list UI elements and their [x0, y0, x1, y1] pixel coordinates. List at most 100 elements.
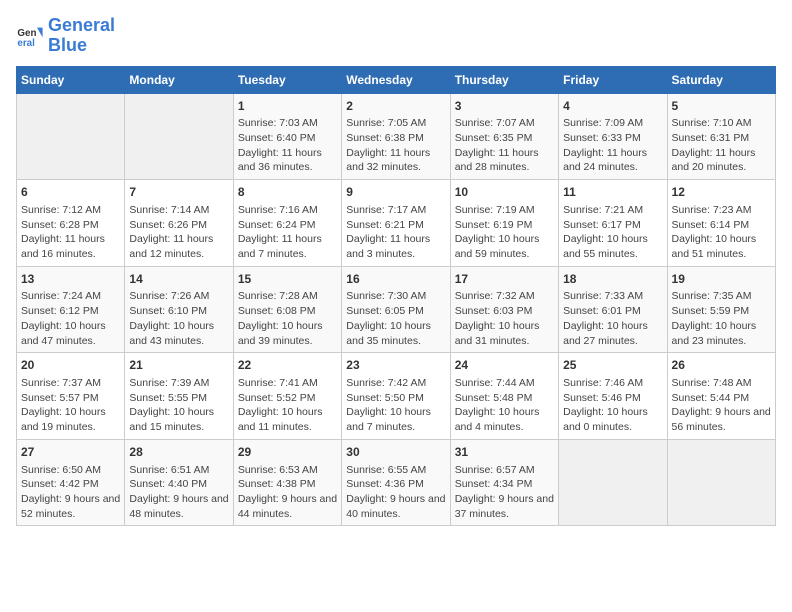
day-number: 4	[563, 98, 662, 115]
day-number: 3	[455, 98, 554, 115]
day-info: Sunset: 6:28 PM	[21, 218, 120, 233]
day-info: Sunset: 4:42 PM	[21, 477, 120, 492]
day-info: Daylight: 10 hours and 15 minutes.	[129, 405, 228, 434]
day-info: Daylight: 11 hours and 7 minutes.	[238, 232, 337, 261]
weekday-header: Wednesday	[342, 66, 450, 93]
day-number: 11	[563, 184, 662, 201]
day-info: Sunrise: 7:14 AM	[129, 203, 228, 218]
day-info: Daylight: 11 hours and 16 minutes.	[21, 232, 120, 261]
day-number: 18	[563, 271, 662, 288]
day-info: Daylight: 11 hours and 28 minutes.	[455, 146, 554, 175]
day-info: Daylight: 10 hours and 35 minutes.	[346, 319, 445, 348]
day-info: Daylight: 10 hours and 7 minutes.	[346, 405, 445, 434]
day-info: Daylight: 10 hours and 4 minutes.	[455, 405, 554, 434]
day-number: 13	[21, 271, 120, 288]
day-info: Sunrise: 7:42 AM	[346, 376, 445, 391]
day-info: Daylight: 10 hours and 23 minutes.	[672, 319, 771, 348]
calendar-day-cell: 9Sunrise: 7:17 AMSunset: 6:21 PMDaylight…	[342, 180, 450, 267]
day-info: Sunrise: 7:32 AM	[455, 289, 554, 304]
calendar-day-cell: 1Sunrise: 7:03 AMSunset: 6:40 PMDaylight…	[233, 93, 341, 180]
day-info: Sunrise: 7:24 AM	[21, 289, 120, 304]
day-info: Sunset: 6:05 PM	[346, 304, 445, 319]
day-info: Sunset: 6:38 PM	[346, 131, 445, 146]
calendar-day-cell: 8Sunrise: 7:16 AMSunset: 6:24 PMDaylight…	[233, 180, 341, 267]
day-info: Sunrise: 7:03 AM	[238, 116, 337, 131]
day-info: Daylight: 9 hours and 44 minutes.	[238, 492, 337, 521]
day-number: 14	[129, 271, 228, 288]
day-info: Sunrise: 7:05 AM	[346, 116, 445, 131]
calendar-day-cell: 19Sunrise: 7:35 AMSunset: 5:59 PMDayligh…	[667, 266, 775, 353]
day-info: Sunset: 6:33 PM	[563, 131, 662, 146]
calendar-day-cell: 16Sunrise: 7:30 AMSunset: 6:05 PMDayligh…	[342, 266, 450, 353]
day-info: Sunrise: 6:51 AM	[129, 463, 228, 478]
day-number: 25	[563, 357, 662, 374]
day-info: Sunrise: 7:48 AM	[672, 376, 771, 391]
calendar-week-row: 6Sunrise: 7:12 AMSunset: 6:28 PMDaylight…	[17, 180, 776, 267]
day-info: Sunset: 4:40 PM	[129, 477, 228, 492]
header: Gen eral General Blue	[16, 16, 776, 56]
calendar-day-cell: 2Sunrise: 7:05 AMSunset: 6:38 PMDaylight…	[342, 93, 450, 180]
calendar-day-cell: 25Sunrise: 7:46 AMSunset: 5:46 PMDayligh…	[559, 353, 667, 440]
calendar-day-cell: 3Sunrise: 7:07 AMSunset: 6:35 PMDaylight…	[450, 93, 558, 180]
calendar-day-cell: 24Sunrise: 7:44 AMSunset: 5:48 PMDayligh…	[450, 353, 558, 440]
day-info: Sunset: 4:34 PM	[455, 477, 554, 492]
weekday-header: Tuesday	[233, 66, 341, 93]
day-info: Sunrise: 7:23 AM	[672, 203, 771, 218]
day-number: 1	[238, 98, 337, 115]
day-info: Sunset: 6:12 PM	[21, 304, 120, 319]
day-info: Sunset: 6:40 PM	[238, 131, 337, 146]
day-info: Daylight: 10 hours and 43 minutes.	[129, 319, 228, 348]
day-number: 26	[672, 357, 771, 374]
weekday-header: Monday	[125, 66, 233, 93]
day-number: 27	[21, 444, 120, 461]
day-info: Sunset: 4:36 PM	[346, 477, 445, 492]
calendar-day-cell: 22Sunrise: 7:41 AMSunset: 5:52 PMDayligh…	[233, 353, 341, 440]
day-number: 16	[346, 271, 445, 288]
day-number: 28	[129, 444, 228, 461]
logo-icon: Gen eral	[16, 22, 44, 50]
day-info: Sunset: 6:35 PM	[455, 131, 554, 146]
day-info: Sunrise: 6:57 AM	[455, 463, 554, 478]
logo: Gen eral General Blue	[16, 16, 115, 56]
day-info: Daylight: 10 hours and 19 minutes.	[21, 405, 120, 434]
day-info: Sunset: 5:46 PM	[563, 391, 662, 406]
day-info: Sunset: 5:48 PM	[455, 391, 554, 406]
calendar-week-row: 20Sunrise: 7:37 AMSunset: 5:57 PMDayligh…	[17, 353, 776, 440]
logo-text-line2: Blue	[48, 36, 115, 56]
day-info: Sunset: 5:50 PM	[346, 391, 445, 406]
calendar-week-row: 13Sunrise: 7:24 AMSunset: 6:12 PM Dayligh…	[17, 266, 776, 353]
day-number: 5	[672, 98, 771, 115]
day-info: Daylight: 10 hours and 55 minutes.	[563, 232, 662, 261]
day-info: Daylight: 10 hours and 0 minutes.	[563, 405, 662, 434]
day-info: Sunrise: 7:07 AM	[455, 116, 554, 131]
day-info: Daylight: 10 hours and 51 minutes.	[672, 232, 771, 261]
day-info: Sunrise: 7:09 AM	[563, 116, 662, 131]
day-info: Sunset: 6:19 PM	[455, 218, 554, 233]
calendar-day-cell: 20Sunrise: 7:37 AMSunset: 5:57 PMDayligh…	[17, 353, 125, 440]
calendar-day-cell	[559, 439, 667, 526]
day-info: Sunset: 6:10 PM	[129, 304, 228, 319]
day-info: Daylight: 9 hours and 56 minutes.	[672, 405, 771, 434]
day-info: Sunset: 5:59 PM	[672, 304, 771, 319]
weekday-header: Saturday	[667, 66, 775, 93]
day-number: 6	[21, 184, 120, 201]
calendar-day-cell: 5Sunrise: 7:10 AMSunset: 6:31 PMDaylight…	[667, 93, 775, 180]
calendar-day-cell: 12Sunrise: 7:23 AMSunset: 6:14 PMDayligh…	[667, 180, 775, 267]
day-number: 8	[238, 184, 337, 201]
day-info: Daylight: 10 hours and 39 minutes.	[238, 319, 337, 348]
calendar-day-cell: 6 Sunrise: 7:12 AMSunset: 6:28 PMDaylight…	[17, 180, 125, 267]
calendar-day-cell: 29Sunrise: 6:53 AMSunset: 4:38 PMDayligh…	[233, 439, 341, 526]
day-info: Daylight: 10 hours and 11 minutes.	[238, 405, 337, 434]
calendar-day-cell: 23Sunrise: 7:42 AMSunset: 5:50 PMDayligh…	[342, 353, 450, 440]
day-number: 15	[238, 271, 337, 288]
day-info: Daylight: 11 hours and 3 minutes.	[346, 232, 445, 261]
day-info: Sunset: 5:57 PM	[21, 391, 120, 406]
day-info: Sunset: 6:01 PM	[563, 304, 662, 319]
day-info: Daylight: 10 hours and 31 minutes.	[455, 319, 554, 348]
day-info: Sunrise: 7:37 AM	[21, 376, 120, 391]
day-info: Sunrise: 7:12 AM	[21, 203, 120, 218]
day-number: 17	[455, 271, 554, 288]
day-number: 7	[129, 184, 228, 201]
calendar-day-cell: 18Sunrise: 7:33 AMSunset: 6:01 PMDayligh…	[559, 266, 667, 353]
calendar-day-cell	[17, 93, 125, 180]
